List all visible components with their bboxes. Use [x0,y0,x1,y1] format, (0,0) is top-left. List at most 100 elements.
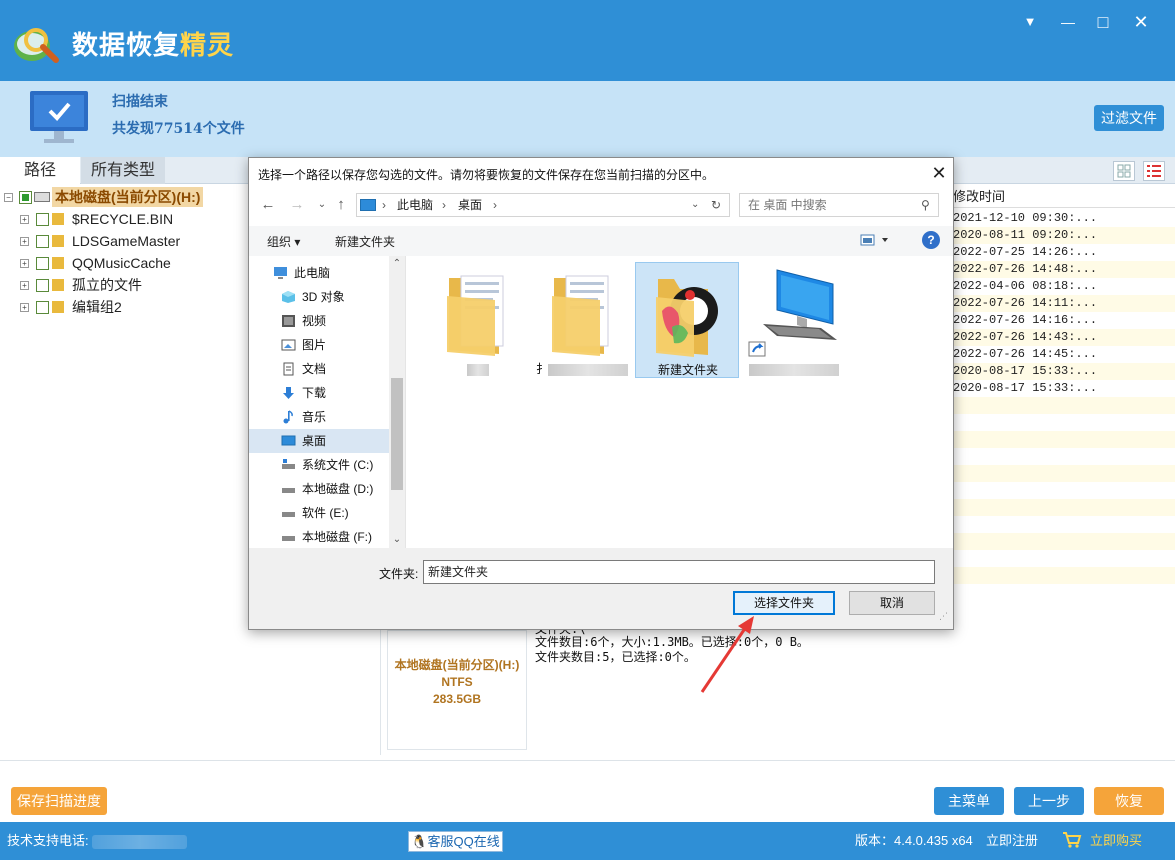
file-content-pane: 扌 新建文件夹 [407,256,953,548]
minimize-button[interactable]: — [1054,10,1082,34]
tree-item[interactable]: + QQMusicCache [20,253,240,273]
qq-support-button[interactable]: 🐧客服QQ在线 [408,831,503,852]
list-item-time[interactable]: 2022-07-26 14:45:... [950,346,1175,363]
tree-item[interactable]: + 孤立的文件 [20,275,240,295]
new-folder-button[interactable]: 新建文件夹 [335,233,395,250]
close-button[interactable]: ✕ [1127,10,1155,34]
tree-root-label: 本地磁盘(当前分区)(H:) [52,187,204,207]
address-dropdown-icon[interactable]: ⌄ [691,194,699,216]
list-item-time[interactable]: 2020-08-17 15:33:... [950,363,1175,380]
collapse-icon[interactable]: − [4,193,13,202]
nav-item-this-pc[interactable]: 此电脑 [249,261,389,285]
breadcrumb-this-pc[interactable]: 此电脑 [397,194,433,216]
folder-field-label: 文件夹: [379,567,419,581]
cart-icon[interactable] [1062,831,1082,853]
dialog-toolbar: 组织 ▾ 新建文件夹 ? [249,226,953,256]
tree-item[interactable]: + 编辑组2 [20,297,240,317]
nav-item-documents[interactable]: 文档 [249,357,389,381]
annotation-arrow-icon [700,616,754,693]
app-title: 数据恢复精灵 [72,31,235,61]
drive-icon [282,536,295,541]
search-input[interactable]: 在 桌面 中搜索 [739,193,939,217]
column-header-modified-time[interactable]: 修改时间 [950,186,1175,208]
buy-now-link[interactable]: 立即购买 [1090,833,1142,849]
list-item-time[interactable]: 2022-07-25 14:26:... [950,244,1175,261]
list-view-icon[interactable] [1143,161,1165,181]
tab-all-types[interactable]: 所有类型 [81,157,165,184]
filter-files-button[interactable]: 过滤文件 [1094,105,1164,131]
recent-locations-chevron-icon[interactable]: ⌄ [312,195,332,215]
cancel-button[interactable]: 取消 [849,591,935,615]
nav-item-drive-e[interactable]: 软件 (E:) [249,501,389,525]
list-item-time[interactable]: 2020-08-11 09:20:... [950,227,1175,244]
search-icon[interactable]: ⚲ [921,198,930,212]
maximize-button[interactable]: □ [1089,10,1117,34]
forward-arrow-icon[interactable]: → [287,195,307,215]
video-icon [282,315,295,327]
menu-dropdown-button[interactable]: ▼ [1016,10,1044,34]
nav-item-downloads[interactable]: 下载 [249,381,389,405]
folder-item-new-folder[interactable]: 新建文件夹 [635,262,739,378]
action-bar: 保存扫描进度 主菜单 上一步 恢复 [0,760,1175,822]
tree-item[interactable]: + $RECYCLE.BIN [20,209,240,229]
scroll-up-icon[interactable]: ⌃ [389,256,405,272]
redacted-folder-name [467,364,489,376]
main-menu-button[interactable]: 主菜单 [934,787,1004,815]
nav-item-videos[interactable]: 视频 [249,309,389,333]
folder-name-input[interactable]: 新建文件夹 [423,560,935,584]
folder-item[interactable] [427,262,531,378]
tree-checkbox[interactable] [36,279,49,292]
recover-button[interactable]: 恢复 [1094,787,1164,815]
scrollbar-thumb[interactable] [391,378,403,490]
tree-checkbox[interactable] [36,257,49,270]
computer-icon [274,267,287,279]
scroll-down-icon[interactable]: ⌄ [389,532,405,548]
help-icon[interactable]: ? [922,231,940,249]
expand-icon[interactable]: + [20,259,29,268]
expand-icon[interactable]: + [20,281,29,290]
view-options-icon[interactable] [860,234,890,249]
tree-item-label: $RECYCLE.BIN [72,211,174,227]
grid-view-icon[interactable] [1113,161,1135,181]
tab-path[interactable]: 路径 [0,157,80,184]
nav-item-music[interactable]: 音乐 [249,405,389,429]
list-item-time[interactable]: 2022-07-26 14:16:... [950,312,1175,329]
list-item-time[interactable]: 2022-04-06 08:18:... [950,278,1175,295]
up-arrow-icon[interactable]: ↑ [331,195,351,215]
expand-icon[interactable]: + [20,237,29,246]
register-link[interactable]: 立即注册 [986,833,1038,849]
nav-item-pictures[interactable]: 图片 [249,333,389,357]
tree-item[interactable]: + LDSGameMaster [20,231,240,251]
this-pc-shortcut-item[interactable] [741,262,845,378]
disk-name: 本地磁盘(当前分区)(H:) [394,658,520,672]
nav-item-drive-d[interactable]: 本地磁盘 (D:) [249,477,389,501]
tree-checkbox[interactable] [36,235,49,248]
dialog-close-button[interactable]: ✕ [925,160,953,186]
list-item-time[interactable]: 2022-07-26 14:11:... [950,295,1175,312]
list-item-time[interactable]: 2020-08-17 15:33:... [950,380,1175,397]
save-progress-button[interactable]: 保存扫描进度 [11,787,107,815]
refresh-icon[interactable]: ↻ [711,194,721,216]
expand-icon[interactable]: + [20,303,29,312]
breadcrumb-desktop[interactable]: 桌面 [458,194,482,216]
back-arrow-icon[interactable]: ← [258,195,278,215]
previous-step-button[interactable]: 上一步 [1014,787,1084,815]
expand-icon[interactable]: + [20,215,29,224]
nav-item-3d-objects[interactable]: 3D 对象 [249,285,389,309]
tree-checkbox[interactable] [36,213,49,226]
folder-tree: − 本地磁盘(当前分区)(H:) + $RECYCLE.BIN + LDSGam… [0,186,250,756]
folder-item[interactable]: 扌 [532,262,636,378]
support-phone: 技术支持电话: [7,833,188,849]
nav-item-desktop[interactable]: 桌面 [249,429,389,453]
nav-item-drive-f[interactable]: 本地磁盘 (F:) [249,525,389,549]
list-item-time[interactable]: 2022-07-26 14:43:... [950,329,1175,346]
address-bar[interactable]: › 此电脑 › 桌面 › ⌄ ↻ [356,193,730,217]
folder-icon [52,235,64,247]
tree-checkbox[interactable] [19,191,32,204]
tree-checkbox[interactable] [36,301,49,314]
nav-item-drive-c[interactable]: 系统文件 (C:) [249,453,389,477]
list-item-time[interactable]: 2021-12-10 09:30:... [950,210,1175,227]
organize-menu[interactable]: 组织 ▾ [267,233,300,250]
resize-grip-icon[interactable]: ⋰ [939,611,948,622]
list-item-time[interactable]: 2022-07-26 14:48:... [950,261,1175,278]
